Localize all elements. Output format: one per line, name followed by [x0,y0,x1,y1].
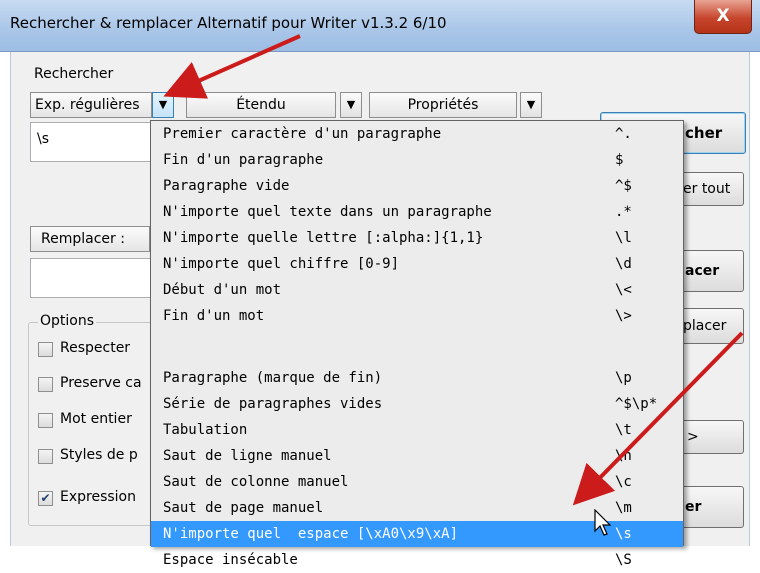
menu-item[interactable]: Saut de colonne manuel \c [151,469,683,495]
menu-item-syntax: \d [615,256,632,272]
search-label: Rechercher [34,66,114,82]
search-scope-combo[interactable]: Étendu [186,92,336,118]
menu-item-label: Espace insécable [163,552,298,568]
menu-item-label: Paragraphe (marque de fin) [163,370,383,386]
menu-item-label: Premier caractère d'un paragraphe [163,126,442,142]
menu-item[interactable]: Début d'un mot \< [151,277,683,303]
preserve-case-checkbox[interactable] [38,377,53,392]
menu-item-syntax: \c [615,474,632,490]
replace-input[interactable] [30,258,152,298]
window-title: Rechercher & remplacer Alternatif pour W… [10,14,447,32]
menu-item[interactable]: Fin d'un paragraphe $ [151,147,683,173]
menu-item[interactable]: Série de paragraphes vides ^$\p* [151,391,683,417]
search-input[interactable]: \s [30,122,152,162]
menu-item[interactable]: Espace insécable \S [151,547,683,573]
match-case-checkbox[interactable] [38,342,53,357]
paragraph-styles-checkbox[interactable] [38,449,53,464]
menu-item-label: Début d'un mot [163,282,282,298]
menu-item-syntax: ^$ [615,178,632,194]
title-bar: Rechercher & remplacer Alternatif pour W… [0,0,760,52]
preserve-case-label: Preserve ca [60,375,142,391]
menu-item[interactable]: Paragraphe vide ^$ [151,173,683,199]
menu-item-label: Saut de page manuel [163,500,324,516]
replace-mode-combo[interactable]: Remplacer : [30,226,150,252]
menu-item-label: Paragraphe vide [163,178,290,194]
match-case-label: Respecter [60,340,131,356]
menu-item-label: Fin d'un paragraphe [163,152,324,168]
menu-item-label: N'importe quel espace [\xA0\x9\xA] [163,526,459,542]
mouse-cursor-icon [594,509,612,536]
menu-item-label: Série de paragraphes vides [163,396,383,412]
menu-item-syntax: ^. [615,126,632,142]
window-close-button[interactable]: X [694,0,752,34]
menu-item-label: N'importe quelle lettre [:alpha:]{1,1} [163,230,484,246]
menu-item-syntax: .* [615,204,632,220]
menu-item-syntax: \t [615,422,632,438]
menu-item-label: N'importe quel texte dans un paragraphe [163,204,492,220]
menu-item-label: Saut de ligne manuel [163,448,332,464]
menu-item[interactable]: Premier caractère d'un paragraphe ^. [151,121,683,147]
menu-item[interactable]: Saut de ligne manuel \n [151,443,683,469]
menu-item-syntax: ^$\p* [615,396,658,412]
regex-label: Expression [60,489,136,505]
menu-item-syntax: \< [615,282,632,298]
menu-item-label: Fin d'un mot [163,308,265,324]
menu-item[interactable]: N'importe quel texte dans un paragraphe.… [151,199,683,225]
menu-item-syntax: \l [615,230,632,246]
menu-item[interactable]: Paragraphe (marque de fin) \p [151,365,683,391]
menu-item-syntax: \m [615,500,632,516]
menu-item-syntax: \S [615,552,632,568]
menu-item-label: N'importe quel chiffre [0-9] [163,256,400,272]
chevron-down-icon: ▼ [526,98,536,111]
options-title: Options [38,313,97,329]
menu-item[interactable]: N'importe quelle lettre [:alpha:]{1,1} \l [151,225,683,251]
menu-item-label: Tabulation [163,422,248,438]
menu-item-syntax: \n [615,448,632,464]
paragraph-styles-label: Styles de p [60,447,138,463]
chevron-down-icon: ▼ [158,98,168,111]
menu-item-syntax: $ [615,152,624,168]
whole-word-label: Mot entier [60,411,132,427]
regex-checkbox[interactable]: ✔ [38,491,53,506]
chevron-down-icon: ▼ [346,98,356,111]
properties-dropdown-button[interactable]: ▼ [520,92,542,118]
regex-dropdown-menu: Premier caractère d'un paragraphe ^. Fin d… [150,120,684,568]
menu-item-syntax: \s [615,526,632,542]
menu-item[interactable]: N'importe quel chiffre [0-9] \d [151,251,683,277]
properties-combo[interactable]: Propriétés [369,92,517,118]
menu-item[interactable]: Fin d'un mot \> [151,303,683,329]
menu-item-label: Saut de colonne manuel [163,474,349,490]
menu-item-syntax: \> [615,308,632,324]
search-mode-combo[interactable]: Exp. régulières [30,92,152,118]
search-mode-dropdown-button[interactable]: ▼ [152,92,174,118]
whole-word-checkbox[interactable] [38,413,53,428]
checkmark-icon: ✔ [40,491,51,505]
menu-item[interactable]: Tabulation \t [151,417,683,443]
menu-item-syntax: \p [615,370,632,386]
search-scope-dropdown-button[interactable]: ▼ [340,92,362,118]
